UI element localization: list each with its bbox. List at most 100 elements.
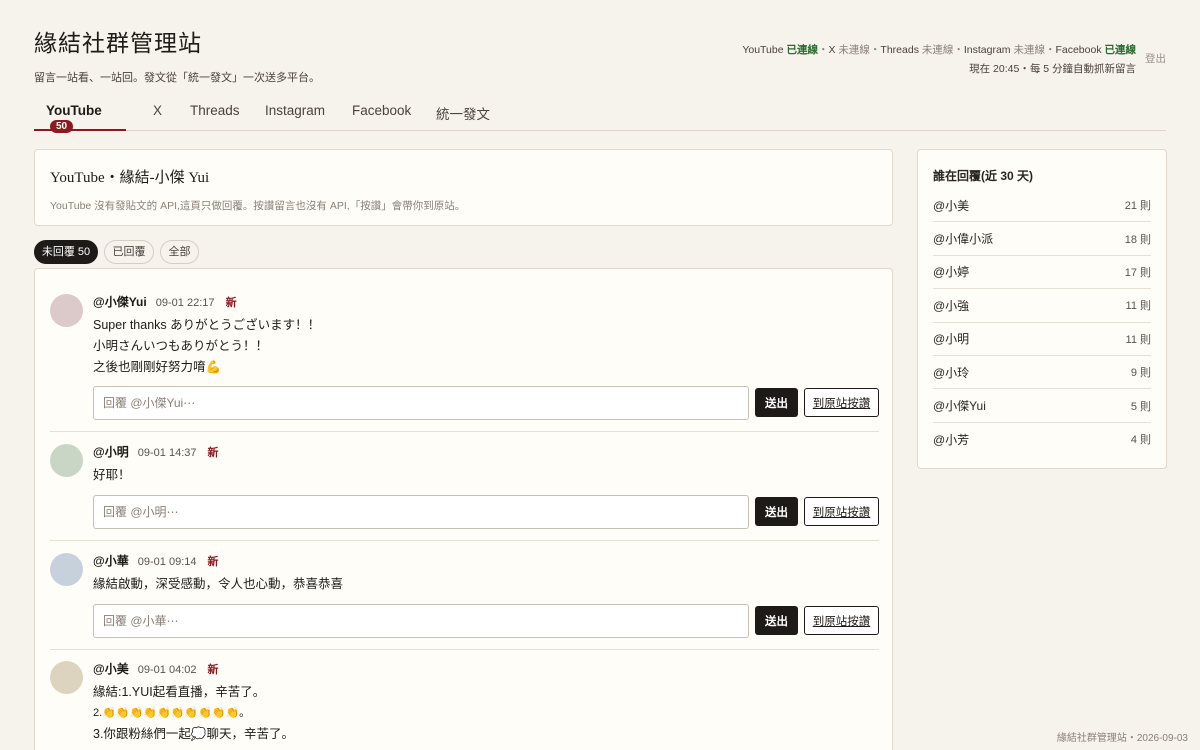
reply-count: 11 則 [1125, 300, 1151, 313]
new-tag: 新 [207, 556, 219, 568]
comment-item: @小華 09-01 09:14 新 緣結啟動，深受感動，令人也心動，恭喜恭喜 送… [50, 553, 879, 650]
comment-text: 緣結:1.YUI起看直播，辛苦了。 2.👏👏👏👏👏👏👏👏👏👏。 3.你跟粉絲們一… [93, 682, 879, 745]
comment-text: 好耶！ [93, 465, 879, 486]
comment-line: 緣結:1.YUI起看直播，辛苦了。 [93, 685, 266, 699]
tab-label: YouTube [46, 103, 102, 118]
filter-all[interactable]: 全部 [160, 240, 199, 264]
tab-unified-post[interactable]: 統一發文 [436, 96, 490, 131]
comment-item: @小明 09-01 14:37 新 好耶！ 送出 到原站按讚 [50, 444, 879, 541]
replier-name: @小偉小派 [933, 232, 994, 247]
comment-author: @小華 [93, 554, 129, 568]
filter-replied[interactable]: 已回覆 [104, 240, 154, 264]
reply-count: 9 則 [1130, 367, 1151, 380]
refresh-status-line: 現在 20:45・每 5 分鐘自動抓新留言 [969, 63, 1136, 75]
platform-status-line: YouTube 已連線・X 未連線・Threads 未連線・Instagram … [742, 41, 1136, 60]
reply-input[interactable] [93, 604, 749, 638]
platform-connection-state: 已連線 [786, 44, 819, 56]
replier-row[interactable]: @小玲 9 則 [933, 356, 1151, 390]
replier-name: @小芳 [933, 432, 970, 447]
replier-row[interactable]: @小傑Yui 5 則 [933, 389, 1151, 423]
unread-badge: 50 [50, 120, 74, 133]
comment-line: 小明さんいつもありがとう！！ [93, 339, 269, 353]
comment-line: 緣結啟動，深受感動，令人也心動，恭喜恭喜 [93, 577, 344, 591]
reply-input[interactable] [93, 386, 749, 420]
status-separator: ・ [953, 44, 964, 56]
reply-row: 送出 到原站按讚 [93, 495, 879, 529]
platform-connection-state: 已連線 [1104, 44, 1137, 56]
status-separator: ・ [869, 44, 881, 56]
replier-name: @小強 [933, 298, 970, 313]
replier-row[interactable]: @小偉小派 18 則 [933, 222, 1151, 256]
replier-name: @小傑Yui [933, 399, 986, 414]
avatar [50, 661, 83, 694]
reply-count: 4 則 [1130, 434, 1151, 447]
footer: 緣結社群管理站・2026-09-03 [1056, 733, 1188, 744]
top-repliers-panel: 誰在回覆(近 30 天) @小美 21 則 @小偉小派 18 則 @小婷 17 則 @… [917, 149, 1167, 469]
comment-time: 09-01 09:14 [137, 556, 197, 568]
channel-note: YouTube 沒有發貼文的 API,這頁只做回覆。按讚留言也沒有 API,「按… [50, 200, 466, 212]
replier-name: @小玲 [933, 365, 970, 380]
platform-name: Threads [880, 44, 922, 56]
platform-tabs: YouTube 50 X Threads Instagram Facebook 統… [34, 96, 1166, 133]
tab-threads[interactable]: Threads [190, 96, 240, 131]
new-tag: 新 [207, 664, 219, 676]
send-button[interactable]: 送出 [755, 388, 798, 417]
comment-time: 09-01 14:37 [137, 447, 197, 459]
send-button[interactable]: 送出 [755, 497, 798, 526]
connection-status: YouTube 已連線・X 未連線・Threads 未連線・Instagram … [742, 41, 1136, 79]
channel-title: YouTube・緣結-小傑 Yui [50, 170, 210, 186]
platform-name: X [828, 44, 839, 56]
replier-row[interactable]: @小強 11 則 [933, 289, 1151, 323]
replier-row[interactable]: @小婷 17 則 [933, 256, 1151, 290]
logout-link[interactable]: 登出 [1145, 51, 1166, 66]
replier-list: @小美 21 則 @小偉小派 18 則 @小婷 17 則 @小強 11 則 @小明 11 … [933, 189, 1151, 456]
reply-row: 送出 到原站按讚 [93, 604, 879, 638]
comment-author: @小明 [93, 445, 129, 459]
platform-name: YouTube [742, 44, 787, 56]
tab-x[interactable]: X [153, 96, 162, 131]
comment-author: @小傑Yui [93, 295, 147, 309]
platform-connection-state: 未連線 [838, 44, 870, 56]
like-on-origin-button[interactable]: 到原站按讚 [804, 497, 879, 526]
status-separator: ・ [818, 44, 829, 56]
tab-youtube[interactable]: YouTube 50 [34, 96, 126, 133]
platform-connection-state: 未連線 [1013, 44, 1045, 56]
reply-count: 5 則 [1130, 400, 1151, 413]
panel-title: 誰在回覆(近 30 天) [933, 169, 1034, 183]
replier-name: @小美 [933, 198, 970, 213]
send-button[interactable]: 送出 [755, 606, 798, 635]
comment-list: @小傑Yui 09-01 22:17 新 Super thanks ありがとうご… [34, 268, 893, 750]
comment-line: 好耶！ [93, 468, 131, 482]
tab-instagram[interactable]: Instagram [265, 96, 325, 131]
header: 緣結社群管理站 留言一站看、一站回。發文從「統一發文」一次送多平台。 YouTu… [34, 24, 1166, 84]
avatar [50, 444, 83, 477]
reply-input[interactable] [93, 495, 749, 529]
comment-line: 2.👏👏👏👏👏👏👏👏👏👏。 [93, 707, 251, 719]
status-separator: ・ [1044, 44, 1056, 56]
reply-count: 18 則 [1124, 233, 1151, 246]
comment-line: Super thanks ありがとうございます！！ [93, 318, 321, 332]
reply-count: 17 則 [1124, 266, 1151, 279]
reply-count: 21 則 [1124, 200, 1151, 213]
new-tag: 新 [225, 297, 237, 309]
comment-time: 09-01 04:02 [137, 664, 197, 676]
comment-item: @小美 09-01 04:02 新 緣結:1.YUI起看直播，辛苦了。 2.👏👏… [50, 661, 879, 750]
platform-name: Facebook [1055, 44, 1105, 56]
replier-name: @小明 [933, 332, 970, 347]
replier-row[interactable]: @小明 11 則 [933, 323, 1151, 356]
filter-unreplied[interactable]: 未回覆 50 [34, 240, 98, 264]
reply-count: 11 則 [1125, 333, 1151, 346]
comment-item: @小傑Yui 09-01 22:17 新 Super thanks ありがとうご… [50, 294, 879, 432]
replier-row[interactable]: @小芳 4 則 [933, 423, 1151, 456]
reply-row: 送出 到原站按讚 [93, 386, 879, 420]
channel-info-card: YouTube・緣結-小傑 Yui YouTube 沒有發貼文的 API,這頁只… [34, 149, 893, 226]
like-on-origin-button[interactable]: 到原站按讚 [804, 388, 879, 417]
avatar [50, 294, 83, 327]
platform-connection-state: 未連線 [921, 44, 954, 56]
platform-name: Instagram [963, 44, 1014, 56]
tab-facebook[interactable]: Facebook [352, 96, 411, 131]
replier-row[interactable]: @小美 21 則 [933, 189, 1151, 223]
avatar [50, 553, 83, 586]
like-on-origin-button[interactable]: 到原站按讚 [804, 606, 879, 635]
comment-line: 3.你跟粉絲們一起💭聊天，辛苦了。 [93, 727, 294, 741]
